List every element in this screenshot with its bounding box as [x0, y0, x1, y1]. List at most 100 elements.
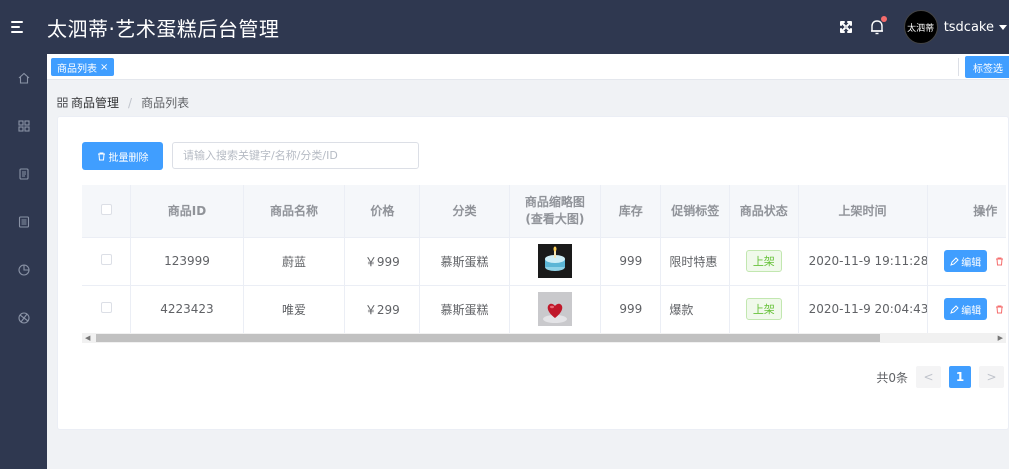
- cell-actions: 编辑 删除: [927, 237, 1006, 286]
- col-header-thumbnail[interactable]: 商品缩略图 (查看大图): [509, 185, 602, 238]
- sidebar-item-list[interactable]: [0, 198, 47, 246]
- col-header[interactable]: 操作: [927, 185, 1006, 238]
- table-header-row: 商品ID 商品名称 价格 分类 商品缩略图 (查看大图) 库存 促销标签 商品状…: [82, 185, 1006, 238]
- col-header[interactable]: 分类: [419, 185, 510, 238]
- col-header[interactable]: 上架时间: [798, 185, 928, 238]
- col-header[interactable]: 促销标签: [660, 185, 731, 238]
- sidebar-item-chart[interactable]: [0, 246, 47, 294]
- pagination-total: 共0条: [876, 370, 908, 385]
- row-checkbox[interactable]: [100, 254, 112, 265]
- breadcrumb-root[interactable]: 商品管理: [71, 94, 119, 111]
- fullscreen-icon[interactable]: [838, 19, 854, 35]
- prev-page-button[interactable]: <: [916, 366, 941, 388]
- scroll-right-arrow-icon[interactable]: ▶: [998, 334, 1003, 342]
- product-list-card: 批量删除 商品ID 商品名称 价格 分类 商品缩略图 (查看大图): [57, 116, 1009, 430]
- cell-promo: 爆款: [660, 285, 731, 334]
- cell-promo: 限时特惠: [660, 237, 731, 286]
- horizontal-scrollbar[interactable]: ◀ ▶: [82, 333, 1006, 343]
- globe-icon: [17, 312, 30, 324]
- batch-delete-button[interactable]: 批量删除: [82, 142, 163, 170]
- cell-stock: 999: [600, 285, 662, 334]
- avatar[interactable]: 太泗蒂: [903, 10, 938, 44]
- status-badge: 上架: [745, 298, 782, 320]
- header-checkbox-cell: [82, 185, 132, 238]
- pie-chart-icon: [17, 264, 30, 276]
- next-page-button[interactable]: >: [979, 366, 1004, 388]
- tag-product-list[interactable]: 商品列表 ×: [51, 58, 115, 76]
- page-number-button[interactable]: 1: [949, 366, 971, 388]
- grid-icon: [57, 97, 68, 108]
- list-icon: [18, 216, 29, 228]
- col-header[interactable]: 商品ID: [130, 185, 244, 238]
- scrollbar-thumb[interactable]: [96, 334, 880, 342]
- cell-id: 123999: [130, 237, 244, 286]
- col-header[interactable]: 商品名称: [243, 185, 346, 238]
- cell-category: 慕斯蛋糕: [419, 285, 510, 334]
- document-icon: [18, 168, 29, 180]
- row-checkbox-cell: [82, 285, 132, 334]
- trash-icon: [97, 152, 105, 160]
- row-checkbox-cell: [82, 237, 132, 286]
- edit-icon: [950, 256, 959, 266]
- delete-button[interactable]: 删除: [995, 302, 1006, 317]
- edit-label: 编辑: [961, 257, 982, 269]
- breadcrumb: 商品管理 / 商品列表: [57, 94, 189, 111]
- sidebar-item-home[interactable]: [0, 54, 47, 102]
- cell-status: 上架: [729, 285, 799, 334]
- col-header[interactable]: 价格: [344, 185, 421, 238]
- breadcrumb-separator: /: [128, 95, 133, 110]
- menu-toggle-icon[interactable]: [11, 21, 31, 33]
- cell-price: ￥299: [344, 285, 421, 334]
- tag-options-button[interactable]: 标签选: [965, 56, 1009, 78]
- cell-time: 2020-11-9 19:11:28: [798, 237, 928, 286]
- home-icon: [18, 72, 29, 84]
- tags-bar: 商品列表 × 标签选: [47, 54, 1009, 80]
- product-thumbnail[interactable]: [537, 244, 572, 278]
- scroll-left-arrow-icon[interactable]: ◀: [85, 334, 90, 342]
- select-all-checkbox[interactable]: [100, 203, 112, 215]
- top-header: 太泗蒂·艺术蛋糕后台管理 太泗蒂 tsdcake: [0, 0, 1009, 54]
- cell-name: 唯爱: [243, 285, 346, 334]
- tag-label: 商品列表: [57, 63, 97, 75]
- row-checkbox[interactable]: [100, 302, 112, 313]
- edit-label: 编辑: [961, 305, 982, 317]
- notification-dot: [880, 16, 887, 22]
- header-actions: 太泗蒂 tsdcake: [838, 0, 1009, 54]
- cell-price: ￥999: [344, 237, 421, 286]
- breadcrumb-current: 商品列表: [141, 96, 190, 110]
- col-header-line: 商品缩略图: [524, 194, 585, 209]
- trash-icon: [996, 257, 1004, 265]
- cell-category: 慕斯蛋糕: [419, 237, 510, 286]
- close-icon[interactable]: ×: [100, 62, 108, 73]
- table-row: 4223423 唯爱 ￥299 慕斯蛋糕 999 爆款 上架 2020-11-9…: [82, 285, 1006, 334]
- cell-id: 4223423: [130, 285, 244, 334]
- tags-divider: [958, 58, 959, 76]
- col-header[interactable]: 商品状态: [729, 185, 799, 238]
- table-row: 123999 蔚蓝 ￥999 慕斯蛋糕 999 限时特惠 上架 2020-11-…: [82, 237, 1006, 286]
- bell-icon[interactable]: [868, 16, 887, 36]
- edit-button[interactable]: 编辑: [944, 250, 988, 272]
- sidebar-item-globe[interactable]: [0, 294, 47, 342]
- col-header-line: (查看大图): [525, 211, 585, 226]
- sidebar: [0, 54, 47, 469]
- app-title: 太泗蒂·艺术蛋糕后台管理: [47, 16, 280, 41]
- cell-status: 上架: [729, 237, 799, 286]
- chevron-down-icon[interactable]: [999, 24, 1007, 30]
- grid-icon: [17, 120, 30, 132]
- sidebar-item-grid[interactable]: [0, 102, 47, 150]
- pagination: 共0条 < 1 >: [876, 366, 1004, 388]
- product-thumbnail[interactable]: [537, 292, 572, 326]
- edit-button[interactable]: 编辑: [944, 298, 988, 320]
- sidebar-item-document[interactable]: [0, 150, 47, 198]
- status-badge: 上架: [745, 250, 782, 272]
- trash-icon: [996, 305, 1004, 313]
- cell-time: 2020-11-9 20:04:43: [798, 285, 928, 334]
- username[interactable]: tsdcake: [944, 20, 994, 35]
- col-header[interactable]: 库存: [600, 185, 662, 238]
- cell-stock: 999: [600, 237, 662, 286]
- cell-actions: 编辑 删除: [927, 285, 1006, 334]
- edit-icon: [950, 304, 959, 314]
- search-input[interactable]: [172, 142, 419, 169]
- product-table: 商品ID 商品名称 价格 分类 商品缩略图 (查看大图) 库存 促销标签 商品状…: [82, 185, 1006, 345]
- delete-button[interactable]: 删除: [995, 254, 1006, 269]
